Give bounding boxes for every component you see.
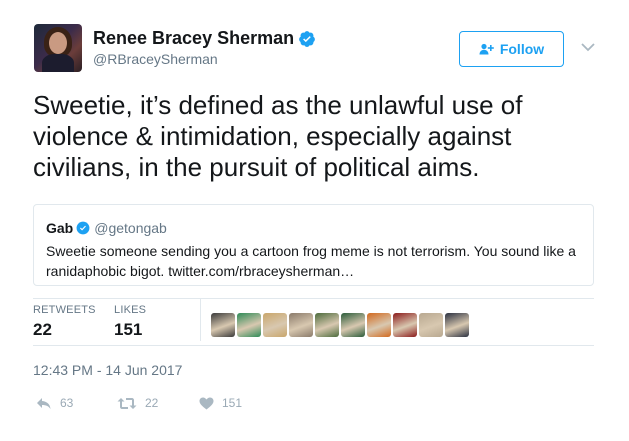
avatar-body xyxy=(42,54,74,72)
liker-avatar[interactable] xyxy=(263,313,287,337)
like-count: 151 xyxy=(222,396,243,410)
stats-bottom-divider xyxy=(33,345,594,346)
liker-avatar[interactable] xyxy=(211,313,235,337)
likes-value: 151 xyxy=(114,320,143,339)
reply-action[interactable]: 63 xyxy=(36,396,73,410)
liker-avatar[interactable] xyxy=(289,313,313,337)
follow-button-label: Follow xyxy=(499,41,545,57)
tweet-text: Sweetie, it’s defined as the unlawful us… xyxy=(33,90,523,182)
author-handle[interactable]: @RBraceySherman xyxy=(93,51,218,67)
retweets-label: RETWEETS xyxy=(33,304,96,316)
like-action[interactable]: 151 xyxy=(199,396,242,410)
quoted-tweet-header: Gab @getongab xyxy=(46,220,167,236)
likes-label: LIKES xyxy=(114,304,147,316)
author-name-row: Renee Bracey Sherman xyxy=(93,28,316,49)
reply-count: 63 xyxy=(60,396,74,410)
stats-separator xyxy=(200,299,201,341)
chevron-down-icon[interactable] xyxy=(581,42,595,52)
retweets-stat[interactable]: RETWEETS 22 xyxy=(33,304,96,340)
liker-avatar[interactable] xyxy=(419,313,443,337)
retweets-value: 22 xyxy=(33,320,52,339)
tweet-timestamp[interactable]: 12:43 PM - 14 Jun 2017 xyxy=(33,362,182,378)
liker-avatar[interactable] xyxy=(237,313,261,337)
liker-avatar[interactable] xyxy=(445,313,469,337)
heart-icon xyxy=(199,397,214,409)
likers-avatars xyxy=(211,313,471,337)
quoted-tweet-handle: @getongab xyxy=(94,220,167,236)
likes-stat[interactable]: LIKES 151 xyxy=(114,304,146,340)
retweet-icon xyxy=(117,397,137,409)
follow-button[interactable]: Follow xyxy=(459,31,564,67)
stats-top-divider xyxy=(33,298,594,299)
liker-avatar[interactable] xyxy=(393,313,417,337)
quoted-tweet-text: Sweetie someone sending you a cartoon fr… xyxy=(46,243,576,279)
author-display-name[interactable]: Renee Bracey Sherman xyxy=(93,28,294,49)
author-avatar[interactable] xyxy=(34,24,82,72)
verified-badge-icon xyxy=(299,30,315,47)
quoted-tweet[interactable]: Gab @getongab Sweetie someone sending yo… xyxy=(33,204,594,286)
reply-icon xyxy=(37,397,51,409)
liker-avatar[interactable] xyxy=(367,313,391,337)
liker-avatar[interactable] xyxy=(341,313,365,337)
retweet-action[interactable]: 22 xyxy=(117,396,158,410)
avatar-face xyxy=(49,32,67,54)
add-user-icon xyxy=(479,43,494,55)
retweet-count: 22 xyxy=(145,396,159,410)
liker-avatar[interactable] xyxy=(315,313,339,337)
verified-badge-icon xyxy=(76,221,90,235)
quoted-tweet-author-name: Gab xyxy=(46,220,74,236)
